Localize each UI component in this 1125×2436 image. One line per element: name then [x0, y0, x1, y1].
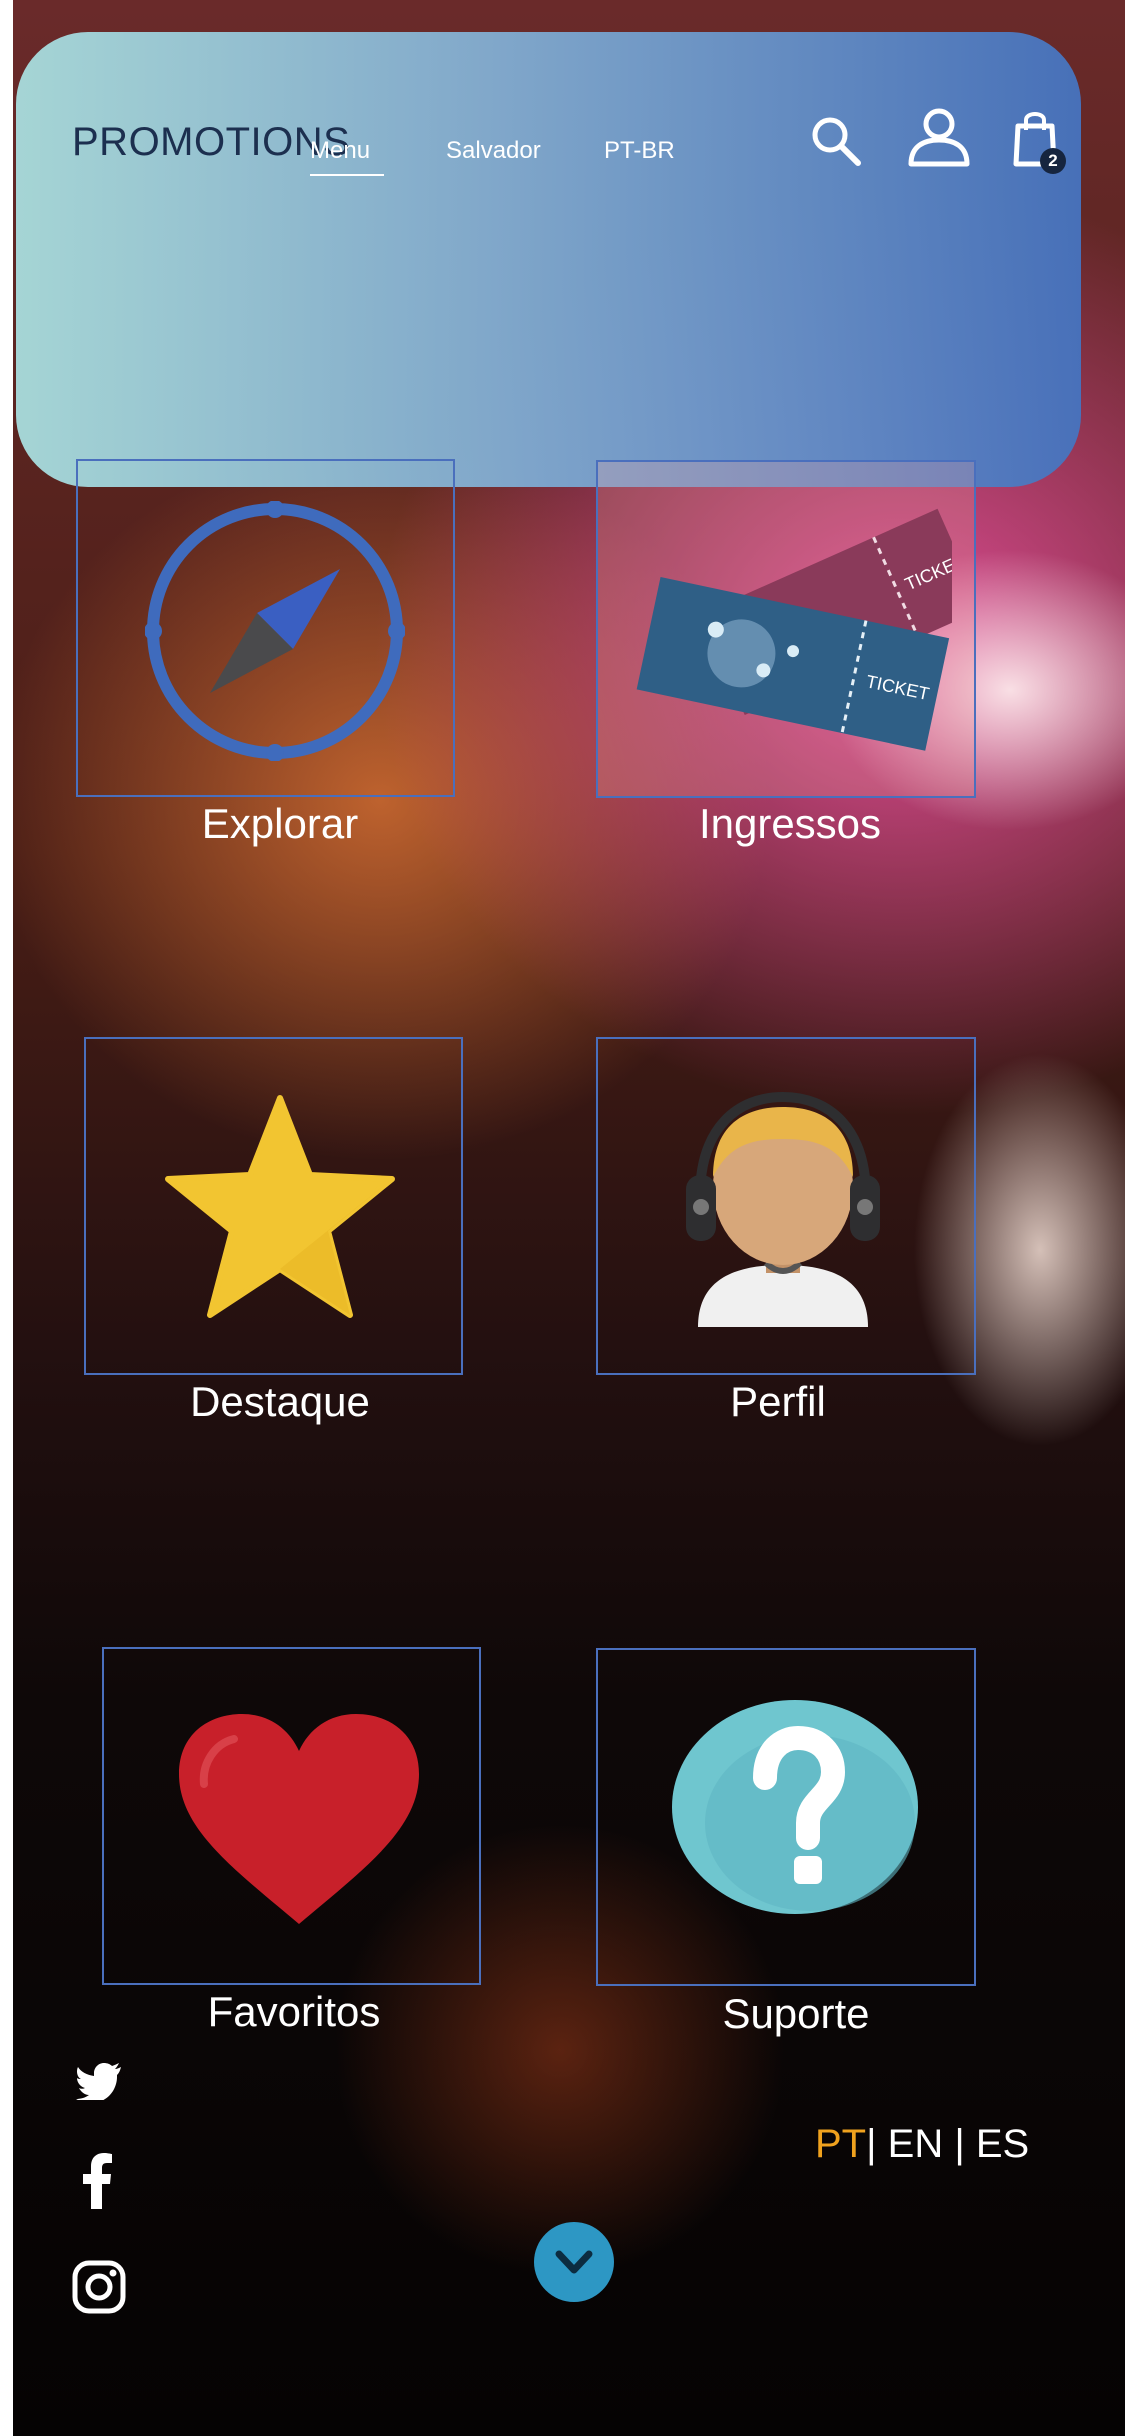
tile-label-ingressos: Ingressos [698, 800, 882, 847]
chevron-down-icon [555, 2250, 593, 2274]
header-panel [16, 32, 1081, 487]
search-icon[interactable] [808, 113, 864, 169]
tile-destaque[interactable] [84, 1037, 463, 1375]
nav-language-selector[interactable]: PT-BR [604, 137, 675, 165]
twitter-icon[interactable] [76, 2062, 122, 2100]
language-switcher: PT| EN | ES [815, 2122, 1029, 2167]
tile-favoritos[interactable] [102, 1647, 481, 1985]
lang-separator: | [954, 2122, 965, 2166]
tile-suporte[interactable] [596, 1648, 976, 1986]
tile-label-destaque: Destaque [190, 1378, 370, 1425]
lang-es[interactable]: ES [976, 2122, 1029, 2166]
tile-label-favoritos: Favoritos [207, 1988, 381, 2035]
tile-perfil[interactable] [596, 1037, 976, 1375]
tickets-icon: TICKET TICKET [636, 508, 952, 751]
lang-separator: | [866, 2122, 877, 2166]
compass-icon [145, 501, 405, 761]
brand-logo[interactable]: PROMOTIONS [72, 120, 350, 165]
heart-icon [179, 1714, 419, 1924]
nav-city-selector[interactable]: Salvador [446, 137, 541, 165]
tile-ingressos[interactable]: TICKET TICKET [596, 460, 976, 798]
tile-label-perfil: Perfil [730, 1378, 826, 1425]
question-icon [672, 1700, 918, 1914]
lang-en[interactable]: EN [888, 2122, 944, 2166]
user-icon[interactable] [906, 108, 972, 168]
facebook-icon[interactable] [80, 2153, 114, 2209]
lang-pt[interactable]: PT [815, 2122, 866, 2166]
instagram-icon[interactable] [72, 2260, 126, 2314]
tile-label-explorar: Explorar [201, 800, 359, 847]
nav-menu-underline [310, 174, 384, 176]
star-icon [165, 1095, 395, 1318]
nav-menu-link[interactable]: Menu [310, 137, 370, 165]
tile-explorar[interactable] [76, 459, 455, 797]
cart-count-badge: 2 [1040, 148, 1066, 174]
scroll-down-button[interactable] [534, 2222, 614, 2302]
left-edge-strip [0, 0, 13, 2436]
tile-label-suporte: Suporte [722, 1990, 870, 2037]
profile-headphones-icon [686, 1091, 880, 1327]
